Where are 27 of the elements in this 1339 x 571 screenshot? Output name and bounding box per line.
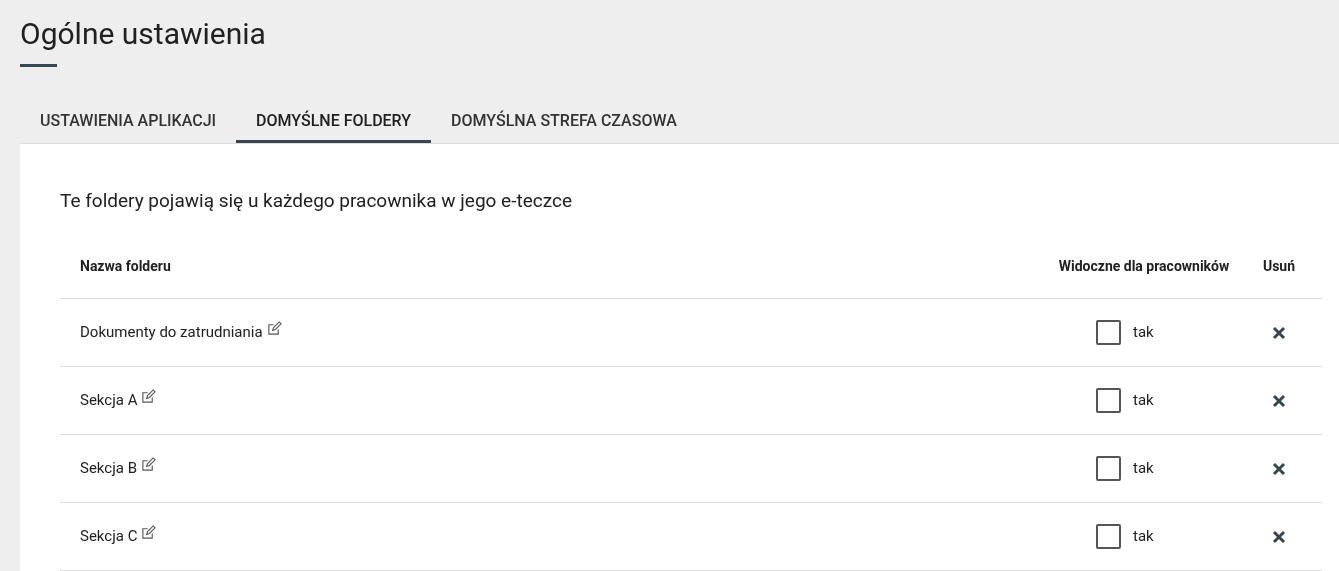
- edit-icon[interactable]: [141, 389, 157, 404]
- folder-name: Dokumenty do zatrudniania: [79, 322, 263, 344]
- tab[interactable]: DOMYŚLNA STREFA CZASOWA: [431, 101, 697, 143]
- folder-name: Sekcja B: [79, 458, 137, 480]
- checkbox[interactable]: [1096, 524, 1121, 549]
- checkbox-label: tak: [1133, 322, 1154, 344]
- column-header: Nazwa folderu: [79, 257, 171, 276]
- delete-icon[interactable]: [1272, 325, 1286, 340]
- checkbox[interactable]: [1096, 320, 1121, 345]
- edit-icon[interactable]: [141, 525, 157, 540]
- folder-name: Sekcja A: [79, 390, 138, 412]
- checkbox[interactable]: [1096, 456, 1121, 481]
- checkbox-label: tak: [1133, 390, 1154, 412]
- tab[interactable]: USTAWIENIA APLIKACJI: [20, 101, 237, 143]
- checkbox-label: tak: [1133, 458, 1154, 480]
- edit-icon[interactable]: [266, 321, 282, 336]
- column-header: Widoczne dla pracowników: [1057, 257, 1231, 276]
- folder-name: Sekcja C: [79, 526, 138, 548]
- delete-icon[interactable]: [1272, 393, 1286, 408]
- delete-icon[interactable]: [1272, 529, 1286, 544]
- checkbox[interactable]: [1096, 388, 1121, 413]
- delete-icon[interactable]: [1272, 461, 1286, 476]
- column-header: Usuń: [1261, 257, 1297, 276]
- description: Te foldery pojawią się u każdego pracownika w jego e-teczce: [60, 189, 573, 213]
- edit-icon[interactable]: [141, 457, 156, 472]
- page-title: Ogólne ustawienia: [20, 15, 266, 53]
- checkbox-label: tak: [1133, 526, 1154, 548]
